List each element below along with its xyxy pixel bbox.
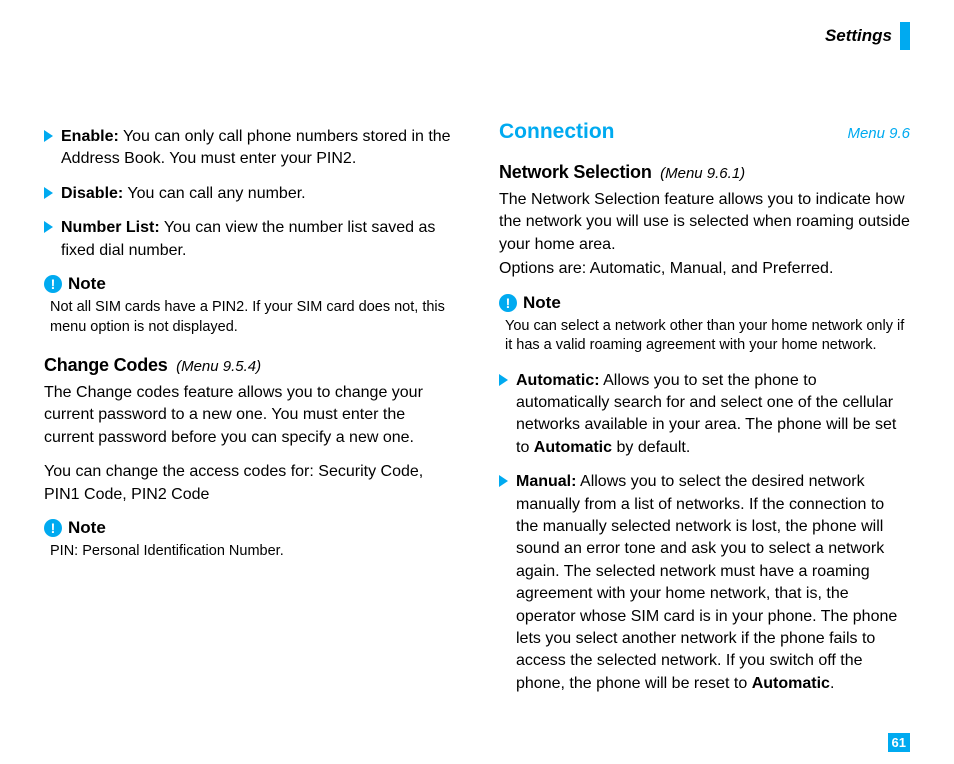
paragraph: The Network Selection feature allows you… [499, 189, 910, 256]
page-header: Settings [825, 22, 910, 50]
page-number-badge: 61 [888, 733, 910, 752]
list-item: Disable: You can call any number. [44, 183, 455, 205]
bullet-text: Manual: Allows you to select the desired… [516, 471, 910, 695]
paragraph: The Change codes feature allows you to c… [44, 382, 455, 449]
note-label: Note [68, 518, 106, 538]
list-item: Enable: You can only call phone numbers … [44, 126, 455, 171]
right-column: Connection Menu 9.6 Network Selection (M… [499, 120, 910, 707]
note-text: You can select a network other than your… [505, 317, 910, 356]
section-title: Connection [499, 120, 615, 144]
note-text: Not all SIM cards have a PIN2. If your S… [50, 298, 455, 337]
info-icon: ! [44, 275, 62, 293]
arrow-icon [499, 475, 508, 487]
paragraph: Options are: Automatic, Manual, and Pref… [499, 258, 910, 280]
subheading-change-codes: Change Codes (Menu 9.5.4) [44, 355, 455, 376]
bullet-text: Disable: You can call any number. [61, 183, 455, 205]
list-item: Automatic: Allows you to set the phone t… [499, 370, 910, 460]
info-icon: ! [44, 519, 62, 537]
left-column: Enable: You can only call phone numbers … [44, 120, 455, 707]
section-menu-ref: Menu 9.6 [847, 125, 910, 142]
info-icon: ! [499, 294, 517, 312]
arrow-icon [44, 221, 53, 233]
arrow-icon [499, 374, 508, 386]
bullet-text: Number List: You can view the number lis… [61, 217, 455, 262]
bullet-text: Automatic: Allows you to set the phone t… [516, 370, 910, 460]
section-heading-connection: Connection Menu 9.6 [499, 120, 910, 144]
arrow-icon [44, 187, 53, 199]
note-text: PIN: Personal Identification Number. [50, 542, 455, 562]
arrow-icon [44, 130, 53, 142]
note-heading: ! Note [44, 518, 455, 538]
header-title: Settings [825, 26, 892, 46]
header-accent-bar [900, 22, 910, 50]
paragraph: You can change the access codes for: Sec… [44, 461, 455, 506]
note-heading: ! Note [44, 274, 455, 294]
note-label: Note [68, 274, 106, 294]
list-item: Number List: You can view the number lis… [44, 217, 455, 262]
list-item: Manual: Allows you to select the desired… [499, 471, 910, 695]
bullet-text: Enable: You can only call phone numbers … [61, 126, 455, 171]
note-heading: ! Note [499, 293, 910, 313]
subheading-network-selection: Network Selection (Menu 9.6.1) [499, 162, 910, 183]
note-label: Note [523, 293, 561, 313]
